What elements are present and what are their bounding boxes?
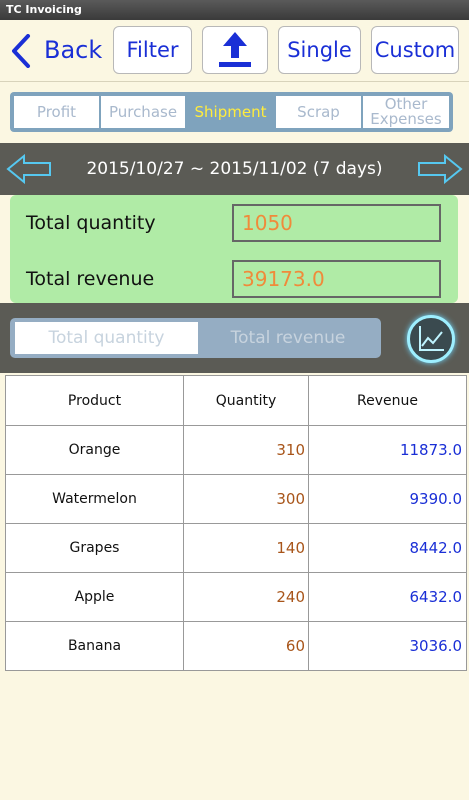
table-row[interactable]: Watermelon 300 9390.0 [5, 474, 467, 524]
single-button[interactable]: Single [278, 26, 361, 74]
app-title: TC Invoicing [6, 3, 82, 16]
previous-arrow-icon[interactable] [6, 154, 52, 184]
upload-icon [219, 32, 251, 67]
product-cell: Watermelon [5, 474, 184, 524]
sort-by-quantity[interactable]: Total quantity [15, 322, 198, 354]
tab-label: Shipment [194, 103, 267, 121]
product-cell: Banana [5, 621, 184, 671]
revenue-cell: 3036.0 [308, 621, 467, 671]
table-row[interactable]: Apple 240 6432.0 [5, 572, 467, 622]
total-revenue-label: Total revenue [26, 268, 155, 290]
tab-label: Profit [36, 103, 77, 121]
revenue-cell: 8442.0 [308, 523, 467, 573]
single-label: Single [287, 38, 352, 62]
sort-by-revenue[interactable]: Total revenue [200, 322, 376, 354]
total-quantity-value: 1050 [232, 204, 441, 242]
column-header-quantity: Quantity [183, 375, 309, 426]
tab-label: Purchase [108, 103, 178, 121]
tab-shipment[interactable]: Shipment [187, 96, 274, 128]
date-range: 2015/10/27 ~ 2015/11/02 (7 days) [86, 159, 383, 179]
total-quantity-label: Total quantity [26, 212, 156, 234]
product-cell: Orange [5, 425, 184, 475]
table-row[interactable]: Orange 310 11873.0 [5, 425, 467, 475]
tab-label: Scrap [297, 103, 340, 121]
tab-other-expenses[interactable]: Other Expenses [363, 96, 449, 128]
summary-panel: Total quantity 1050 Total revenue 39173.… [10, 195, 458, 303]
date-navigator: 2015/10/27 ~ 2015/11/02 (7 days) [0, 143, 469, 195]
quantity-cell: 140 [183, 523, 309, 573]
quantity-cell: 60 [183, 621, 309, 671]
tab-purchase[interactable]: Purchase [101, 96, 185, 128]
sort-panel: Total quantity Total revenue [0, 303, 469, 373]
product-cell: Grapes [5, 523, 184, 573]
back-button[interactable]: Back [10, 28, 106, 72]
revenue-cell: 11873.0 [308, 425, 467, 475]
back-label: Back [44, 36, 103, 64]
tab-label: Other Expenses [370, 95, 442, 128]
next-arrow-icon[interactable] [417, 154, 463, 184]
app-title-bar: TC Invoicing [0, 0, 469, 20]
tab-scrap[interactable]: Scrap [276, 96, 361, 128]
quantity-cell: 310 [183, 425, 309, 475]
tab-profit[interactable]: Profit [14, 96, 99, 128]
custom-button[interactable]: Custom [371, 26, 459, 74]
chart-button[interactable] [407, 315, 455, 363]
revenue-cell: 9390.0 [308, 474, 467, 524]
product-cell: Apple [5, 572, 184, 622]
filter-button[interactable]: Filter [113, 26, 192, 74]
category-tabs: Profit Purchase Shipment Scrap Other Exp… [10, 92, 453, 132]
back-arrow-icon [12, 34, 30, 68]
upload-button[interactable] [202, 26, 268, 74]
toolbar: Back Filter Single Custom [0, 20, 469, 82]
line-chart-icon [419, 326, 444, 351]
table-header: Product Quantity Revenue [5, 375, 467, 426]
table-row[interactable]: Grapes 140 8442.0 [5, 523, 467, 573]
sort-toggle: Total quantity Total revenue [10, 318, 381, 358]
column-header-product: Product [5, 375, 184, 426]
total-revenue-value: 39173.0 [232, 260, 441, 298]
revenue-cell: 6432.0 [308, 572, 467, 622]
table-row[interactable]: Banana 60 3036.0 [5, 621, 467, 671]
quantity-cell: 240 [183, 572, 309, 622]
quantity-cell: 300 [183, 474, 309, 524]
column-header-revenue: Revenue [308, 375, 467, 426]
product-table: Product Quantity Revenue Orange 310 1187… [5, 375, 467, 671]
custom-label: Custom [374, 38, 456, 62]
filter-label: Filter [126, 38, 179, 62]
